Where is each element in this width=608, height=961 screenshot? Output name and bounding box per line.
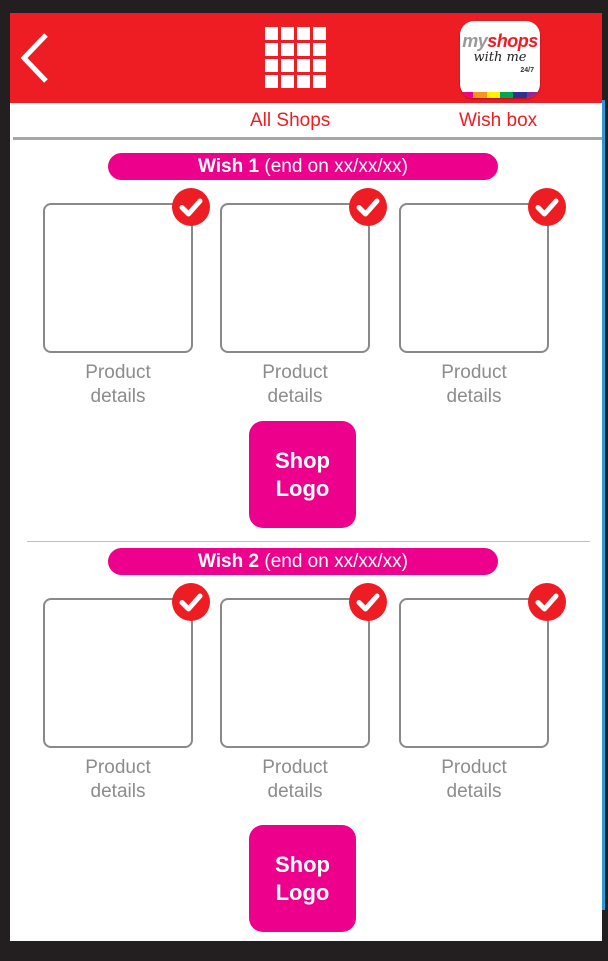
selected-check-badge[interactable] [349, 583, 387, 621]
shop-logo-button[interactable]: Shop Logo [249, 421, 356, 528]
wish-title: Wish 2 [198, 551, 260, 572]
grid-icon-cell [297, 59, 310, 72]
product-label-line1: Product [262, 757, 328, 778]
scroll-edge-indicator [602, 100, 605, 910]
grid-icon-cell [281, 59, 294, 72]
product-details-label: Product details [43, 756, 193, 804]
grid-icon-cell [281, 27, 294, 40]
grid-icon-cell [265, 43, 278, 56]
logo-stripe [526, 92, 540, 98]
logo-color-stripes [460, 92, 540, 98]
product-label-line1: Product [441, 757, 507, 778]
product-thumbnail[interactable] [399, 203, 549, 353]
checkmark-icon [179, 593, 203, 612]
shop-logo-text: Shop Logo [275, 447, 330, 503]
product-thumbnail[interactable] [43, 203, 193, 353]
grid-icon-cell [313, 43, 326, 56]
product-label-line2: details [267, 781, 323, 802]
checkmark-icon [356, 198, 380, 217]
product-label-line1: Product [262, 362, 328, 383]
shop-logo-line2: Logo [275, 475, 330, 501]
shop-logo-line2: Logo [275, 879, 330, 905]
logo-shops-text: shops [487, 31, 538, 51]
product-label-line2: details [446, 386, 502, 407]
shop-logo-button[interactable]: Shop Logo [249, 825, 356, 932]
product-details-label: Product details [220, 756, 370, 804]
tab-all-shops[interactable]: All Shops [250, 110, 330, 132]
logo-wordmark: myshops [460, 32, 540, 50]
tab-divider [13, 137, 602, 140]
wish-end-date: (end on xx/xx/xx) [264, 551, 408, 572]
app-logo: myshops with me 24/7 [460, 21, 540, 98]
logo-stripe [460, 92, 474, 98]
grid-icon-cell [297, 75, 310, 88]
product-thumbnail[interactable] [220, 203, 370, 353]
product-details-label: Product details [220, 361, 370, 409]
wish-1-banner: Wish 1 (end on xx/xx/xx) [108, 153, 498, 180]
shop-logo-line1: Shop [275, 851, 330, 877]
wish-title: Wish 1 [198, 156, 260, 177]
product-label-line2: details [267, 386, 323, 407]
all-shops-grid-button[interactable] [265, 27, 327, 89]
product-label-line2: details [90, 781, 146, 802]
app-header: myshops with me 24/7 [10, 13, 602, 103]
logo-stripe [473, 92, 487, 98]
logo-247-text: 24/7 [520, 67, 534, 74]
wish-end-date: (end on xx/xx/xx) [264, 156, 408, 177]
product-label-line1: Product [441, 362, 507, 383]
product-details-label: Product details [399, 756, 549, 804]
logo-stripe [486, 92, 500, 98]
selected-check-badge[interactable] [172, 583, 210, 621]
grid-icon-cell [265, 27, 278, 40]
checkmark-icon [356, 593, 380, 612]
logo-my-text: my [462, 31, 488, 51]
shop-logo-text: Shop Logo [275, 851, 330, 907]
logo-with-me-text: with me [473, 50, 527, 65]
logo-stripe [499, 92, 514, 98]
selected-check-badge[interactable] [528, 188, 566, 226]
grid-icon-cell [265, 75, 278, 88]
product-details-label: Product details [43, 361, 193, 409]
product-thumbnail[interactable] [43, 598, 193, 748]
checkmark-icon [535, 198, 559, 217]
product-details-label: Product details [399, 361, 549, 409]
grid-icon-cell [281, 75, 294, 88]
selected-check-badge[interactable] [349, 188, 387, 226]
product-label-line2: details [90, 386, 146, 407]
chevron-left-icon [20, 33, 48, 83]
section-divider [27, 541, 590, 542]
wish-2-banner: Wish 2 (end on xx/xx/xx) [108, 548, 498, 575]
product-thumbnail[interactable] [220, 598, 370, 748]
grid-icon-cell [281, 43, 294, 56]
shop-logo-line1: Shop [275, 447, 330, 473]
grid-icon-cell [297, 27, 310, 40]
tab-wish-box[interactable]: Wish box [459, 110, 537, 132]
checkmark-icon [179, 198, 203, 217]
back-button[interactable] [16, 31, 56, 85]
grid-icon-cell [313, 27, 326, 40]
app-screen: myshops with me 24/7 All Shops Wish box … [10, 13, 602, 941]
checkmark-icon [535, 593, 559, 612]
grid-icon-cell [313, 75, 326, 88]
product-label-line2: details [446, 781, 502, 802]
selected-check-badge[interactable] [528, 583, 566, 621]
grid-icon-cell [313, 59, 326, 72]
product-label-line1: Product [85, 757, 151, 778]
selected-check-badge[interactable] [172, 188, 210, 226]
product-label-line1: Product [85, 362, 151, 383]
logo-stripe [513, 92, 527, 98]
grid-icon-cell [265, 59, 278, 72]
product-thumbnail[interactable] [399, 598, 549, 748]
grid-icon-cell [297, 43, 310, 56]
